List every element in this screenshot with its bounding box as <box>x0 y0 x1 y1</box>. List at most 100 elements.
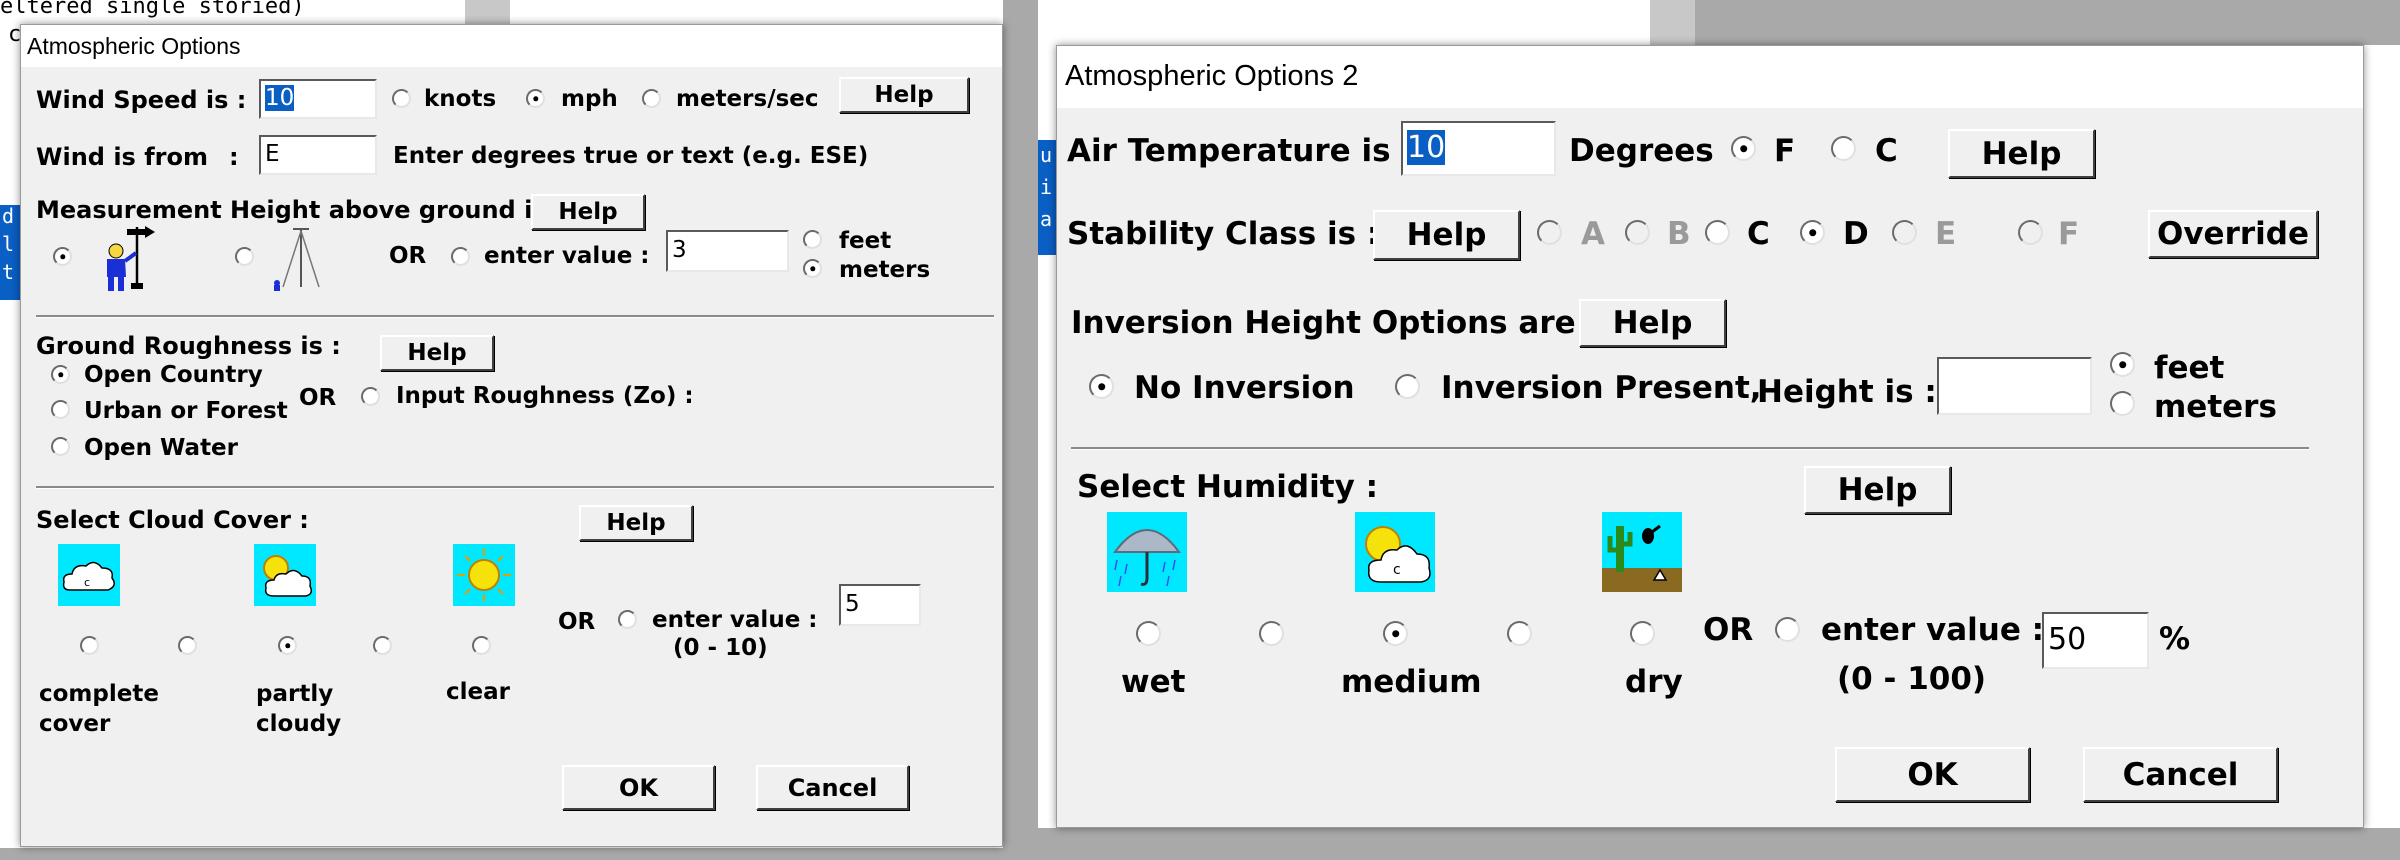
cloud-cover-radio-0[interactable] <box>472 636 491 655</box>
height-meters-radio[interactable] <box>803 259 822 278</box>
humidity-input[interactable]: 50 <box>2042 612 2149 669</box>
stability-e-radio[interactable] <box>1892 220 1917 245</box>
meters-per-sec-radio[interactable] <box>642 89 661 108</box>
stability-class-help-button[interactable]: Help <box>1373 210 1520 260</box>
override-button[interactable]: Override <box>2148 210 2318 258</box>
cloud-cover-radio-5[interactable] <box>278 636 297 655</box>
input-roughness-label[interactable]: Input Roughness (Zo) : <box>396 383 694 409</box>
inversion-present-label[interactable]: Inversion Present, <box>1441 370 1762 406</box>
dialog2-ok-button[interactable]: OK <box>1835 747 2030 802</box>
person-height-radio[interactable] <box>53 247 72 266</box>
measurement-height-label: Measurement Height above ground is: <box>36 196 557 224</box>
knots-radio[interactable] <box>392 89 411 108</box>
stability-c-label[interactable]: C <box>1747 216 1770 252</box>
humidity-mid-wet-radio[interactable] <box>1259 621 1284 646</box>
dialog2-cancel-button[interactable]: Cancel <box>2083 747 2278 802</box>
air-temperature-input[interactable]: 10 <box>1401 121 1556 176</box>
inversion-height-input[interactable] <box>1937 357 2092 415</box>
background-scrollbar-right <box>1650 0 1695 45</box>
urban-forest-radio[interactable] <box>51 400 70 419</box>
separator-2 <box>36 486 994 489</box>
fahrenheit-radio[interactable] <box>1731 136 1756 161</box>
measurement-or-label: OR <box>389 243 427 269</box>
humidity-medium-radio[interactable] <box>1383 621 1408 646</box>
humidity-enter-value-radio[interactable] <box>1775 617 1800 642</box>
background-selection-left: d l t <box>0 205 20 300</box>
urban-forest-label[interactable]: Urban or Forest <box>84 398 288 424</box>
cloud-cover-radio-10[interactable] <box>80 636 99 655</box>
dialog-title-bar: Atmospheric Options <box>21 25 1002 67</box>
inversion-help-button[interactable]: Help <box>1579 299 1726 347</box>
inversion-feet-radio[interactable] <box>2110 352 2135 377</box>
humidity-help-button[interactable]: Help <box>1804 466 1951 514</box>
open-water-label[interactable]: Open Water <box>84 435 238 461</box>
cloud-cover-radio-8[interactable] <box>178 636 197 655</box>
dialog1-cancel-button[interactable]: Cancel <box>756 765 909 810</box>
stability-a-radio[interactable] <box>1537 220 1562 245</box>
weather-tower-icon <box>269 225 329 291</box>
cloud-cover-help-button[interactable]: Help <box>579 505 693 541</box>
stability-f-label[interactable]: F <box>2058 216 2079 252</box>
stability-f-radio[interactable] <box>2018 220 2043 245</box>
svg-text:c: c <box>84 576 90 589</box>
open-water-radio[interactable] <box>51 437 70 456</box>
humidity-range-label: (0 - 100) <box>1837 661 1987 697</box>
humidity-or-label: OR <box>1703 612 1754 648</box>
stability-a-label[interactable]: A <box>1581 216 1605 252</box>
humidity-wet-radio[interactable] <box>1136 621 1161 646</box>
cloud-cover-input[interactable]: 5 <box>839 584 921 626</box>
measurement-height-input[interactable]: 3 <box>666 230 789 272</box>
inversion-feet-label[interactable]: feet <box>2154 350 2224 386</box>
no-inversion-radio[interactable] <box>1089 374 1114 399</box>
dialog1-ok-button[interactable]: OK <box>562 765 715 810</box>
inversion-meters-radio[interactable] <box>2110 391 2135 416</box>
svg-text:c: c <box>1393 562 1401 578</box>
ground-roughness-help-button[interactable]: Help <box>380 335 494 371</box>
stability-e-label[interactable]: E <box>1935 216 1956 252</box>
background-gap <box>1003 0 1038 860</box>
stability-b-label[interactable]: B <box>1667 216 1691 252</box>
humidity-dry-radio[interactable] <box>1630 621 1655 646</box>
inversion-meters-label[interactable]: meters <box>2154 389 2277 425</box>
fahrenheit-label[interactable]: F <box>1774 133 1795 169</box>
measurement-enter-value-label[interactable]: enter value : <box>484 243 650 269</box>
input-roughness-radio[interactable] <box>361 387 380 406</box>
open-country-radio[interactable] <box>51 365 70 384</box>
open-country-label[interactable]: Open Country <box>84 362 263 388</box>
cloud-enter-value-radio[interactable] <box>618 610 637 629</box>
dialog-title: Atmospheric Options <box>27 33 241 59</box>
height-meters-label[interactable]: meters <box>839 257 930 283</box>
mph-radio[interactable] <box>526 89 545 108</box>
complete-cover-caption: complete cover <box>39 681 159 737</box>
dialog-2-title: Atmospheric Options 2 <box>1065 60 1359 92</box>
stability-d-radio[interactable] <box>1800 220 1825 245</box>
humidity-mid-dry-radio[interactable] <box>1507 621 1532 646</box>
no-inversion-label[interactable]: No Inversion <box>1134 370 1355 406</box>
wind-speed-help-button[interactable]: Help <box>839 77 969 113</box>
height-feet-radio[interactable] <box>803 230 822 249</box>
humidity-enter-value-label[interactable]: enter value : <box>1821 612 2044 648</box>
wet-umbrella-icon <box>1107 512 1187 592</box>
wet-caption: wet <box>1121 664 1186 700</box>
meters-per-sec-label[interactable]: meters/sec <box>676 86 819 112</box>
height-feet-label[interactable]: feet <box>839 228 891 254</box>
background-window-right <box>1038 0 1673 45</box>
celsius-radio[interactable] <box>1831 136 1856 161</box>
celsius-label[interactable]: C <box>1875 133 1898 169</box>
mph-label[interactable]: mph <box>561 86 618 112</box>
dialog-2-title-bar: Atmospheric Options 2 <box>1057 46 2363 108</box>
knots-label[interactable]: knots <box>424 86 496 112</box>
measurement-enter-value-radio[interactable] <box>451 247 470 266</box>
tower-height-radio[interactable] <box>235 247 254 266</box>
cloud-cover-radio-3[interactable] <box>373 636 392 655</box>
wind-speed-input[interactable]: 10 <box>259 79 377 119</box>
stability-c-radio[interactable] <box>1705 220 1730 245</box>
wind-direction-input[interactable]: E <box>259 135 377 175</box>
inversion-present-radio[interactable] <box>1395 374 1420 399</box>
air-temperature-help-button[interactable]: Help <box>1948 129 2095 178</box>
cloud-enter-value-label[interactable]: enter value : <box>652 607 818 633</box>
stability-d-label[interactable]: D <box>1843 216 1869 252</box>
medium-caption: medium <box>1341 664 1482 700</box>
stability-b-radio[interactable] <box>1625 220 1650 245</box>
measurement-height-help-button[interactable]: Help <box>531 194 645 230</box>
